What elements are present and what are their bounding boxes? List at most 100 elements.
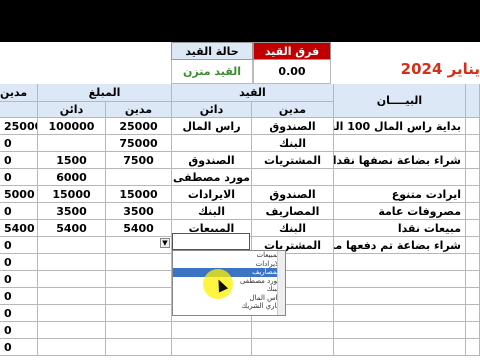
cell-cr-amt: 15000 — [38, 186, 106, 203]
cell-dr-amt: 75000 — [106, 135, 172, 152]
entry-state-value: القيد متزن — [171, 60, 253, 84]
cell-cr-amt — [38, 135, 106, 152]
col-header-edge-debit: مدين — [0, 84, 38, 102]
cell-edge: 0 — [0, 135, 38, 152]
cell-desc: ايرادت متنوع — [334, 186, 466, 203]
header-stub — [466, 84, 480, 118]
cell-edge: 0 — [0, 203, 38, 220]
cell-desc — [334, 305, 466, 322]
cell-desc: شراء بضاعة تم دفعها من البنك — [334, 237, 466, 254]
cell-dr-acct — [252, 169, 334, 186]
cell-stub — [466, 152, 480, 169]
cell-desc — [334, 339, 466, 356]
cell-edge: 0 — [0, 339, 38, 356]
cell-stub — [466, 271, 480, 288]
dropdown-option[interactable]: المبيعات — [173, 251, 285, 260]
cell-dr-acct: البنك — [252, 220, 334, 237]
cell-desc: مصروفات عامة — [334, 203, 466, 220]
cell-cr-amt — [38, 237, 106, 254]
dropdown-scrollbar[interactable] — [277, 251, 285, 315]
cell-stub — [466, 169, 480, 186]
cell-desc: شراء بضاعة نصفها نقدا — [334, 152, 466, 169]
dropdown-option[interactable]: الايرادات — [173, 260, 285, 269]
cell-stub — [466, 339, 480, 356]
sheet-title: يناير 2024 — [400, 60, 480, 78]
cell-edge: 0 — [0, 305, 38, 322]
cell-dr-acct: المصاريف — [252, 203, 334, 220]
cell-cr-amt — [38, 271, 106, 288]
chevron-down-icon[interactable]: ▼ — [160, 238, 170, 248]
cell-dr-acct — [252, 322, 334, 339]
cell-cr-amt — [38, 339, 106, 356]
cell-dr-acct — [252, 339, 334, 356]
cell-edge: 0 — [0, 169, 38, 186]
cell-dr-acct: البنك — [252, 135, 334, 152]
cell-dr-amt: 3500 — [106, 203, 172, 220]
cell-cr-amt: 5400 — [38, 220, 106, 237]
dropdown-option[interactable]: جاري الشريك — [173, 302, 285, 311]
cell-dr-acct: المشتريات — [252, 152, 334, 169]
cell-stub — [466, 322, 480, 339]
cell-stub — [466, 305, 480, 322]
cell-dr-amt — [106, 322, 172, 339]
cell-edge: 0 — [0, 322, 38, 339]
cell-stub — [466, 220, 480, 237]
cell-dr-acct: الصندوق — [252, 118, 334, 135]
cell-desc — [334, 322, 466, 339]
cell-cr-amt: 3500 — [38, 203, 106, 220]
cell-cr-acct — [172, 322, 252, 339]
cell-dr-amt — [106, 305, 172, 322]
cell-dr-amt — [106, 288, 172, 305]
header-debit-amount: مدين — [106, 102, 172, 118]
cell-cr-acct — [172, 135, 252, 152]
cell-cr-amt: 100000 — [38, 118, 106, 135]
cell-desc — [334, 169, 466, 186]
cell-stub — [466, 288, 480, 305]
cell-cr-amt: 6000 — [38, 169, 106, 186]
header-credit-account: دائن — [172, 102, 252, 118]
cell-desc — [334, 135, 466, 152]
cell-dr-amt: 25000 — [106, 118, 172, 135]
cell-cr-amt: 1500 — [38, 152, 106, 169]
cell-desc — [334, 254, 466, 271]
cell-edge: 0 — [0, 271, 38, 288]
account-combo-input[interactable] — [172, 233, 250, 250]
top-letterbox — [0, 0, 480, 42]
dropdown-option[interactable]: راس المال — [173, 294, 285, 303]
cell-edge: 5400 — [0, 220, 38, 237]
header-edge-sub — [0, 102, 38, 118]
header-amount: المبلغ — [38, 84, 172, 102]
cell-dr-amt: 5400 — [106, 220, 172, 237]
balance-diff-header: فرق القيد — [253, 42, 331, 60]
cell-desc — [334, 271, 466, 288]
cell-dr-amt — [106, 254, 172, 271]
cell-stub — [466, 237, 480, 254]
header-credit-amount: دائن — [38, 102, 106, 118]
cell-dr-acct: الصندوق — [252, 186, 334, 203]
cell-stub — [466, 118, 480, 135]
cell-edge: 0 — [0, 237, 38, 254]
cell-edge: 0 — [0, 152, 38, 169]
cell-edge: 0 — [0, 288, 38, 305]
cell-cr-amt — [38, 305, 106, 322]
cell-desc — [334, 288, 466, 305]
cell-cr-acct: البنك — [172, 203, 252, 220]
cell-cr-amt — [38, 288, 106, 305]
cell-stub — [466, 135, 480, 152]
entry-state-header: حالة القيد — [171, 42, 253, 60]
cell-dr-amt — [106, 271, 172, 288]
cell-desc: بداية راس المال 100 الف — [334, 118, 466, 135]
cell-stub — [466, 186, 480, 203]
cell-cr-acct: راس المال — [172, 118, 252, 135]
cell-stub — [466, 203, 480, 220]
cell-cr-amt — [38, 322, 106, 339]
cell-desc: مبيعات نقدا — [334, 220, 466, 237]
cell-dr-amt: 7500 — [106, 152, 172, 169]
cell-cr-acct: الصندوق — [172, 152, 252, 169]
cell-dr-amt: 15000 — [106, 186, 172, 203]
header-debit-account: مدين — [252, 102, 334, 118]
cell-cr-acct: الايرادات — [172, 186, 252, 203]
cell-stub — [466, 254, 480, 271]
cell-cr-acct: مورد مصطفى — [172, 169, 252, 186]
header-entry: القيد — [172, 84, 334, 102]
